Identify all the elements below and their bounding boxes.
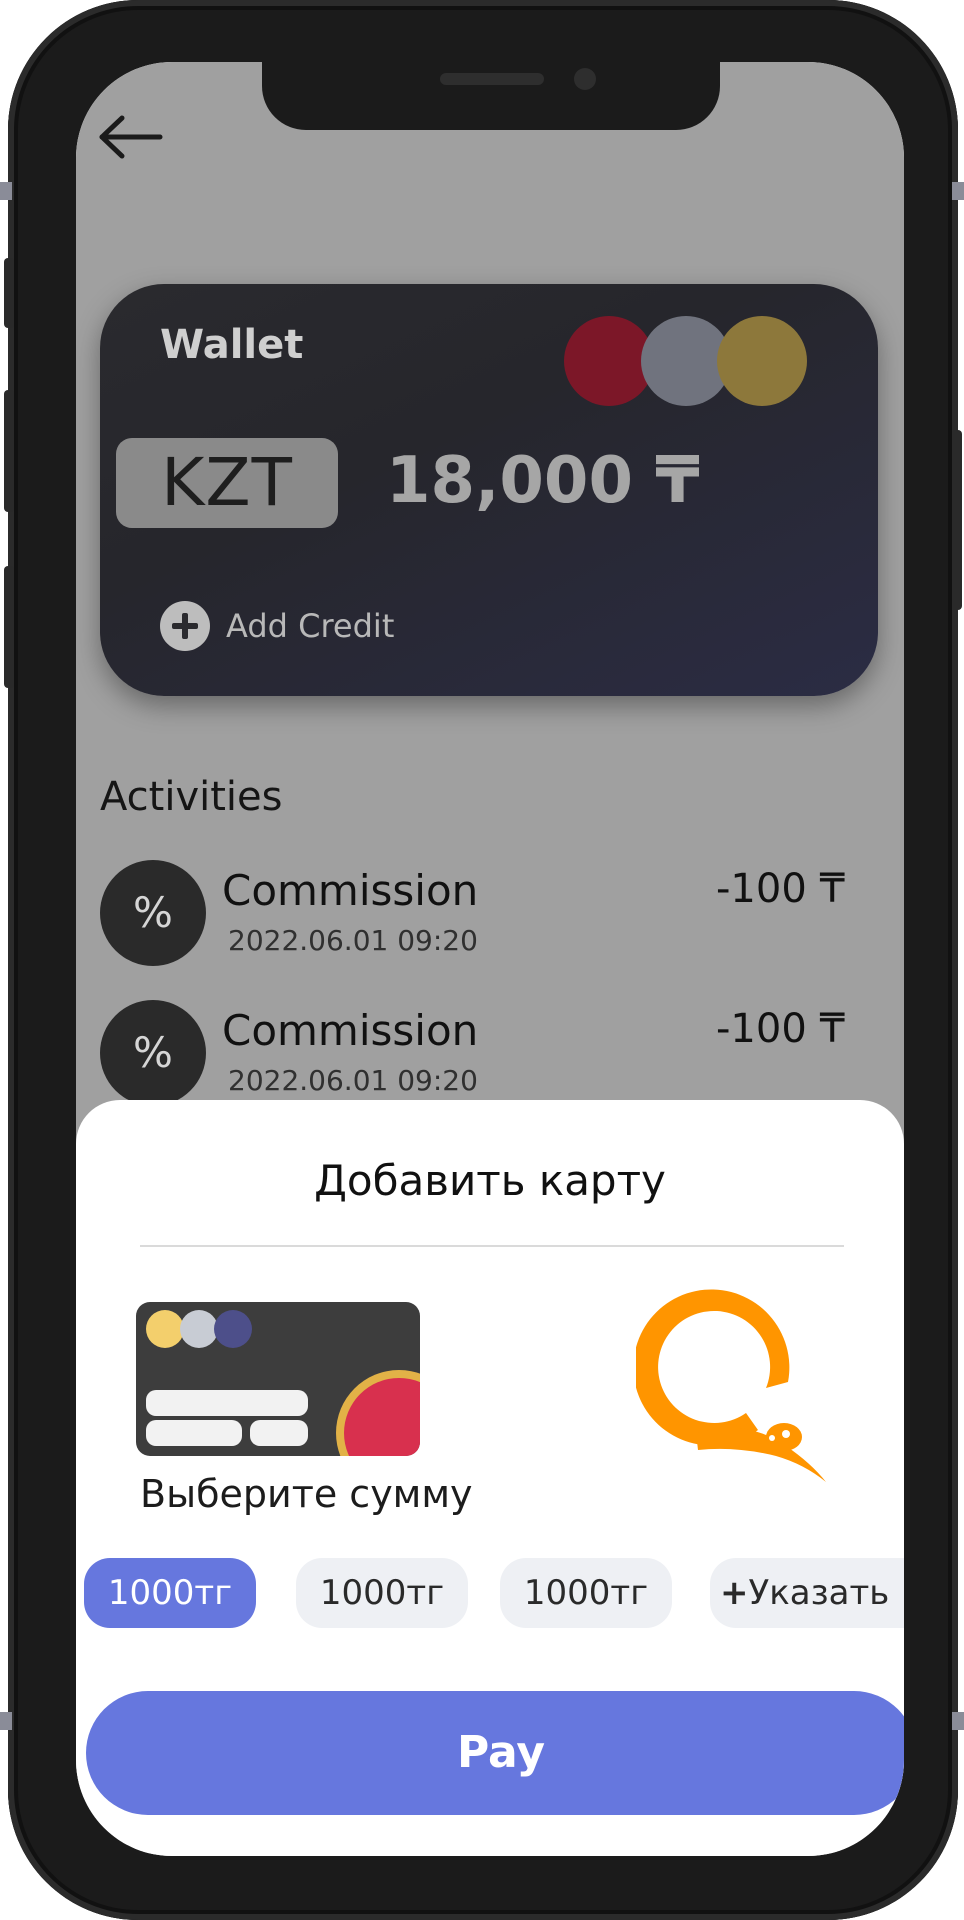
card-chip-circle xyxy=(344,1378,420,1456)
add-card-sheet: Добавить карту Выберите сумму 1000тг 100… xyxy=(76,1100,904,1856)
activity-item[interactable]: % Commission 2022.06.01 09:20 -100 ₸ xyxy=(100,860,860,970)
balance-amount: 18,000 ₸ xyxy=(386,444,700,518)
antenna-band xyxy=(0,182,12,200)
screen: Wallet KZT 18,000 ₸ Add Credit Activitie… xyxy=(76,62,904,1856)
antenna-band xyxy=(952,182,964,200)
volume-down-button xyxy=(4,566,14,688)
activities-heading: Activities xyxy=(100,774,283,820)
qiwi-logo-icon[interactable] xyxy=(636,1268,826,1498)
wallet-card: Wallet KZT 18,000 ₸ Add Credit xyxy=(100,284,878,696)
sheet-title: Добавить карту xyxy=(314,1156,666,1205)
card-dot xyxy=(146,1310,184,1348)
percent-icon: % xyxy=(100,1000,206,1106)
antenna-band xyxy=(952,1712,964,1730)
custom-amount-chip[interactable]: +Указать xyxy=(710,1558,904,1628)
amount-chip[interactable]: 1000тг xyxy=(84,1558,256,1628)
card-stripe xyxy=(250,1420,308,1446)
add-credit-button[interactable]: Add Credit xyxy=(160,600,394,652)
divider xyxy=(140,1245,844,1247)
activity-datetime: 2022.06.01 09:20 xyxy=(228,1064,478,1097)
currency-badge: KZT xyxy=(116,438,338,528)
mute-switch xyxy=(4,258,14,328)
amount-chips: 1000тг 1000тг 1000тг +Указать xyxy=(84,1558,904,1630)
phone-frame: Wallet KZT 18,000 ₸ Add Credit Activitie… xyxy=(0,0,964,1920)
choose-amount-label: Выберите сумму xyxy=(140,1472,473,1516)
card-dot xyxy=(180,1310,218,1348)
arrow-left-icon[interactable] xyxy=(96,112,166,162)
bank-card-icon[interactable] xyxy=(136,1302,420,1456)
volume-up-button xyxy=(4,390,14,512)
card-circle xyxy=(717,316,807,406)
pay-button[interactable]: Pay xyxy=(86,1691,904,1815)
plus-circle-icon xyxy=(160,601,210,651)
activity-title: Commission xyxy=(222,1006,479,1055)
speaker xyxy=(440,73,544,85)
activity-title: Commission xyxy=(222,866,479,915)
activity-datetime: 2022.06.01 09:20 xyxy=(228,924,478,957)
percent-icon: % xyxy=(100,860,206,966)
amount-chip[interactable]: 1000тг xyxy=(296,1558,468,1628)
plus-icon: + xyxy=(720,1573,749,1613)
amount-chip[interactable]: 1000тг xyxy=(500,1558,672,1628)
card-stripe xyxy=(146,1420,242,1446)
activity-item[interactable]: % Commission 2022.06.01 09:20 -100 ₸ xyxy=(100,1000,860,1110)
card-dot xyxy=(214,1310,252,1348)
activity-amount: -100 ₸ xyxy=(716,1006,845,1052)
add-credit-label: Add Credit xyxy=(226,607,395,645)
activity-amount: -100 ₸ xyxy=(716,866,845,912)
custom-amount-label: Указать xyxy=(748,1573,890,1613)
power-button xyxy=(952,430,962,610)
front-camera xyxy=(574,68,596,90)
antenna-band xyxy=(0,1712,12,1730)
card-stripe xyxy=(146,1390,308,1416)
wallet-title: Wallet xyxy=(160,322,304,368)
